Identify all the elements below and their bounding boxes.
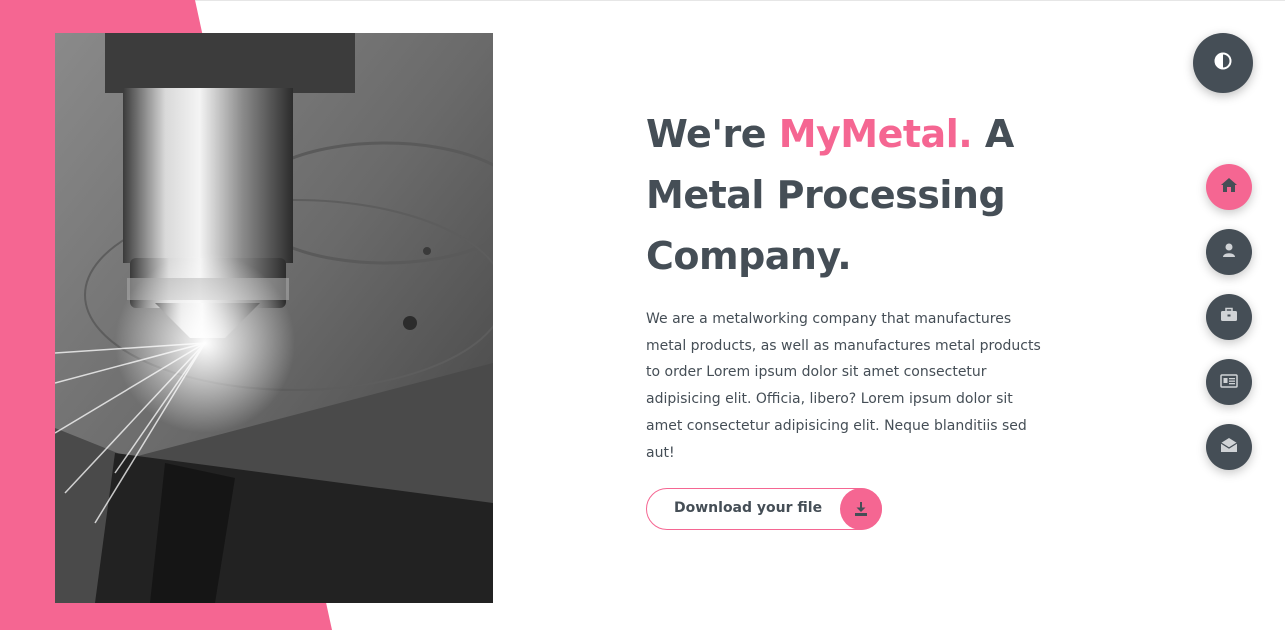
nav-blog-button[interactable] — [1206, 359, 1252, 405]
contrast-icon — [1214, 52, 1232, 74]
hero-description: We are a metalworking company that manuf… — [646, 311, 1041, 461]
hero-image-laser-cutting — [55, 33, 493, 603]
theme-toggle-button[interactable] — [1193, 33, 1253, 93]
user-icon — [1221, 242, 1237, 262]
nav-about-button[interactable] — [1206, 229, 1252, 275]
brand-name: MyMetal. — [778, 112, 973, 156]
download-file-button[interactable]: Download your file — [646, 488, 882, 530]
hero-headline: We're MyMetal. A Metal Processing Compan… — [646, 104, 1066, 287]
headline-prefix: We're — [646, 112, 779, 156]
download-icon — [840, 488, 882, 530]
home-icon — [1220, 177, 1238, 197]
nav-home-button[interactable] — [1206, 164, 1252, 210]
nav-portfolio-button[interactable] — [1206, 294, 1252, 340]
briefcase-icon — [1220, 307, 1238, 327]
download-button-label: Download your file — [674, 500, 823, 516]
newspaper-icon — [1220, 373, 1238, 392]
nav-contact-button[interactable] — [1206, 424, 1252, 470]
envelope-open-icon — [1220, 437, 1238, 457]
